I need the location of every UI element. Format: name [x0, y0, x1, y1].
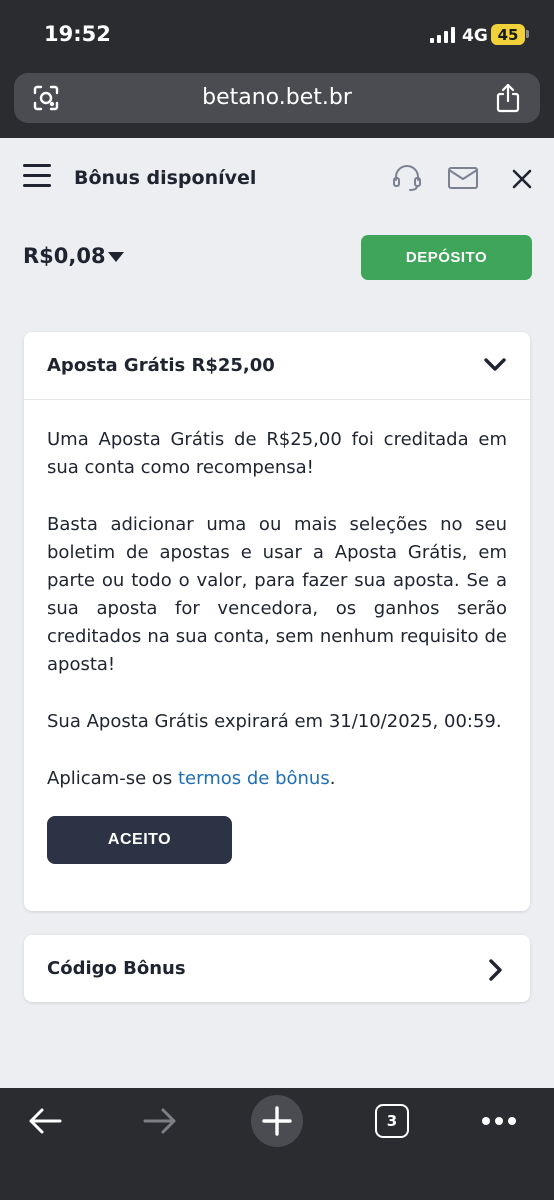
new-tab-button[interactable]	[251, 1095, 303, 1147]
bonus-description-2: Basta adicionar uma ou mais seleções no …	[47, 514, 507, 675]
caret-down-icon[interactable]	[107, 251, 125, 263]
close-icon[interactable]	[511, 168, 533, 190]
deposit-button[interactable]: DEPÓSITO	[361, 235, 532, 280]
bonus-description-1: Uma Aposta Grátis de R$25,00 foi credita…	[47, 429, 507, 478]
bonus-card-title: Aposta Grátis R$25,00	[47, 355, 275, 376]
back-arrow-icon[interactable]	[28, 1108, 62, 1134]
battery-icon: 45	[491, 24, 525, 45]
chevron-down-icon[interactable]	[484, 358, 506, 372]
signal-icon	[430, 27, 456, 43]
bonus-code-row[interactable]: Código Bônus	[24, 935, 530, 1002]
bonus-card: Aposta Grátis R$25,00 Uma Aposta Grátis …	[24, 332, 530, 911]
bonus-card-header[interactable]: Aposta Grátis R$25,00	[24, 332, 530, 400]
url-text: betano.bet.br	[202, 85, 352, 110]
network-label: 4G	[462, 26, 488, 46]
plus-icon	[262, 1106, 292, 1136]
headset-icon[interactable]	[391, 163, 423, 193]
battery-tip	[526, 30, 529, 38]
terms-link[interactable]: termos de bônus	[178, 768, 330, 789]
address-bar[interactable]: betano.bet.br	[14, 73, 540, 123]
tabs-button[interactable]: 3	[375, 1104, 409, 1138]
bonus-terms: Aplicam-se os termos de bônus.	[47, 765, 507, 793]
mail-icon[interactable]	[447, 166, 479, 190]
terms-prefix: Aplicam-se os	[47, 768, 178, 789]
accept-button[interactable]: ACEITO	[47, 816, 232, 864]
bonus-code-title: Código Bônus	[47, 958, 186, 979]
forward-arrow-icon[interactable]	[143, 1108, 177, 1134]
app-header: Bônus disponível	[0, 138, 554, 218]
status-time: 19:52	[44, 22, 111, 46]
balance-amount[interactable]: R$0,08	[23, 244, 106, 268]
terms-suffix: .	[329, 768, 336, 789]
browser-toolbar: 3	[0, 1088, 554, 1200]
menu-icon[interactable]	[23, 164, 51, 188]
browser-chrome: 19:52 4G 45 betano.bet.br	[0, 0, 554, 138]
share-icon[interactable]	[494, 82, 522, 114]
chevron-right-icon	[489, 959, 502, 981]
bonus-expiry: Sua Aposta Grátis expirará em 31/10/2025…	[47, 711, 502, 732]
page-title: Bônus disponível	[74, 167, 257, 189]
more-icon[interactable]	[481, 1116, 517, 1126]
